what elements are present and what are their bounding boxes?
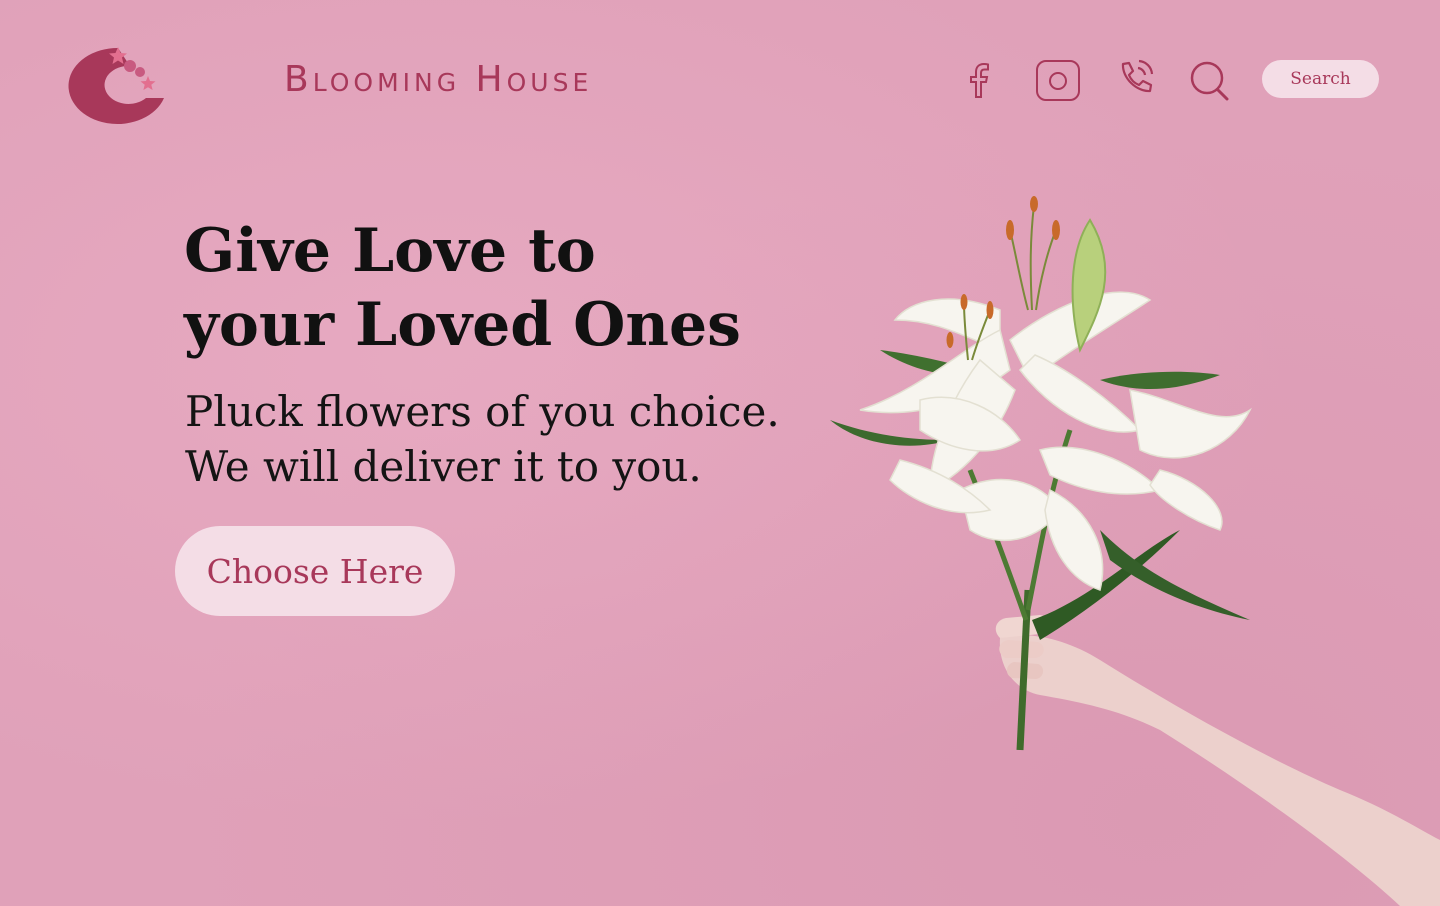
phone-link[interactable] xyxy=(1114,52,1156,104)
lily-bouquet-image xyxy=(830,196,1440,906)
hero-heading-line: your Loved Ones xyxy=(184,290,741,360)
search-icon-button[interactable] xyxy=(1188,54,1230,106)
hero-subheading-line: We will deliver it to you. xyxy=(185,442,702,491)
hero-subheading-line: Pluck flowers of you choice. xyxy=(185,387,780,436)
search-button[interactable]: Search xyxy=(1262,60,1379,98)
phone-icon xyxy=(1121,59,1154,93)
hero-heading: Give Love to your Loved Ones xyxy=(184,214,824,362)
hero-subheading: Pluck flowers of you choice. We will del… xyxy=(185,384,825,494)
brand-logo[interactable] xyxy=(66,44,168,126)
instagram-link[interactable] xyxy=(1034,54,1082,106)
brand-title: Blooming House xyxy=(284,59,593,100)
instagram-icon xyxy=(1036,60,1080,101)
search-icon xyxy=(1190,61,1229,101)
bouquet-illustration xyxy=(800,190,1440,906)
facebook-link[interactable] xyxy=(962,54,998,106)
facebook-icon xyxy=(970,62,989,98)
hero-heading-line: Give Love to xyxy=(184,216,596,286)
crescent-logo-icon xyxy=(68,47,164,124)
choose-here-button[interactable]: Choose Here xyxy=(175,526,455,616)
